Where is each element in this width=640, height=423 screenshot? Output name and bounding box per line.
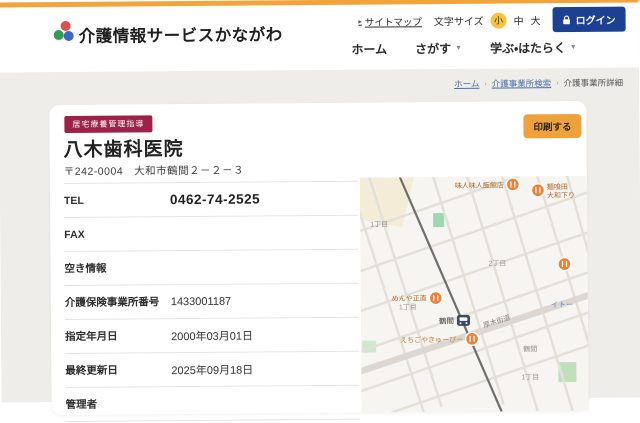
nav-learn-label: 学ぶ・はたらく <box>490 39 566 57</box>
row-value: 2000年03月01日 <box>171 327 253 344</box>
map-poi-label: えちごやきゅーぴー <box>400 335 463 344</box>
map-station-label: 鶴間 <box>439 315 454 325</box>
font-size-large-button[interactable]: 大 <box>531 12 541 27</box>
logo-green-dot <box>54 30 64 40</box>
table-row-tel: TEL 0462-74-2525 <box>64 182 358 218</box>
restaurant-poi-icon <box>506 178 519 191</box>
row-label: 最終更新日 <box>65 362 171 378</box>
font-size-small-button[interactable]: 小 <box>491 12 507 28</box>
utility-bar: ▸ サイトマップ 文字サイズ 小 中 大 ログイン <box>358 7 625 34</box>
row-label: 指定年月日 <box>65 328 171 344</box>
login-label: ログイン <box>576 12 616 27</box>
restaurant-poi-icon <box>531 184 544 197</box>
site-header: 介護情報サービスかながわ ▸ サイトマップ 文字サイズ 小 中 大 ログイン <box>0 0 639 73</box>
map-store-label: イトー <box>551 300 574 309</box>
nav-item-learn-work[interactable]: 学ぶ・はたらく ▼ <box>490 39 577 57</box>
row-label: FAX <box>64 228 170 241</box>
restaurant-poi-icon <box>429 292 442 305</box>
train-station-icon <box>457 315 470 326</box>
sitemap-label: サイトマップ <box>365 14 422 28</box>
facility-info-table: TEL 0462-74-2525 FAX 空き情報 介護保険事業所番号 1433… <box>64 181 360 422</box>
table-row-designated-date: 指定年月日 2000年03月01日 <box>65 318 359 354</box>
breadcrumb: ホーム › 介護事業所検索 › 介護事業所詳細 <box>454 77 623 90</box>
site-title[interactable]: 介護情報サービスかながわ <box>79 21 283 47</box>
table-row-office-number: 介護保険事業所番号 1433001187 <box>65 284 359 320</box>
map-district-label: 1丁目 <box>370 220 388 228</box>
nav-item-search[interactable]: さがす ▼ <box>415 40 462 57</box>
logo-red-dot <box>61 21 71 31</box>
map-green-patch <box>433 213 444 227</box>
nav-item-home[interactable]: ホーム <box>351 40 387 57</box>
facility-name-title: 八木歯科医院 <box>63 134 183 162</box>
chevron-down-icon: ▼ <box>455 45 462 52</box>
print-button[interactable]: 印刷する <box>523 114 581 138</box>
map-poi-label: 麺喰田 <box>547 182 568 191</box>
sitemap-link[interactable]: ▸ サイトマップ <box>358 14 422 28</box>
map-district-label: 2丁目 <box>488 260 506 268</box>
page-tilt-wrapper: 介護情報サービスかながわ ▸ サイトマップ 文字サイズ 小 中 大 ログイン <box>0 0 640 403</box>
table-row-fax: FAX <box>64 216 358 252</box>
row-label: TEL <box>64 194 170 207</box>
table-row-manager: 管理者 <box>65 386 359 422</box>
map-district-label: 1丁目 <box>399 303 417 311</box>
nav-search-label: さがす <box>415 40 451 57</box>
breadcrumb-search-link[interactable]: 介護事業所検索 <box>492 77 552 89</box>
font-size-label: 文字サイズ <box>434 13 484 28</box>
chevron-right-icon: ▸ <box>358 17 362 25</box>
map-poi-label: めんや正直 <box>392 294 427 303</box>
map-poi-label: 味人味人飯館店 <box>455 181 504 190</box>
lock-icon <box>563 15 571 25</box>
map-town-label: 鶴間 <box>523 344 537 353</box>
main-nav: ホーム さがす ▼ 学ぶ・はたらく ▼ <box>351 39 577 58</box>
breadcrumb-separator: › <box>556 80 558 87</box>
table-row-availability: 空き情報 <box>64 250 358 286</box>
font-size-control: 文字サイズ 小 中 大 <box>434 12 541 29</box>
row-value: 1433001187 <box>171 295 231 307</box>
login-button[interactable]: ログイン <box>552 7 625 33</box>
breadcrumb-home-link[interactable]: ホーム <box>454 78 479 90</box>
restaurant-poi-icon <box>558 258 571 271</box>
map-district-label: 1丁目 <box>521 373 539 381</box>
nav-home-label: ホーム <box>351 40 387 57</box>
logo-blue-dot <box>64 31 74 41</box>
map-canvas: 味人味人飯館店 麺喰田 大和下り めんや正直 えちごやきゅーぴー 鶴間 厚木街道… <box>360 176 589 413</box>
row-value: 0462-74-2525 <box>170 191 260 207</box>
row-value: 2025年09月18日 <box>171 361 253 378</box>
facility-detail-card: 居宅療養管理指導 八木歯科医院 〒242-0004 大和市鶴間２－２－３ 印刷す… <box>49 101 588 415</box>
breadcrumb-separator: › <box>484 80 486 87</box>
restaurant-poi-icon <box>466 332 479 345</box>
breadcrumb-current: 介護事業所詳細 <box>564 77 624 89</box>
map-poi-label: 大和下り <box>547 190 575 199</box>
page-background: 介護情報サービスかながわ ▸ サイトマップ 文字サイズ 小 中 大 ログイン <box>0 0 640 403</box>
facility-address: 〒242-0004 大和市鶴間２－２－３ <box>64 163 244 179</box>
location-map[interactable]: 味人味人飯館店 麺喰田 大和下り めんや正直 えちごやきゅーぴー 鶴間 厚木街道… <box>360 176 589 413</box>
map-commercial-area <box>360 177 414 227</box>
site-logo-icon[interactable] <box>54 21 76 43</box>
service-type-badge: 居宅療養管理指導 <box>64 115 152 133</box>
table-row-last-updated: 最終更新日 2025年09月18日 <box>65 352 359 388</box>
chevron-down-icon: ▼ <box>570 44 577 51</box>
row-label: 管理者 <box>66 396 172 412</box>
row-label: 介護保険事業所番号 <box>65 294 171 310</box>
font-size-medium-button[interactable]: 中 <box>514 12 524 27</box>
row-label: 空き情報 <box>64 260 170 276</box>
